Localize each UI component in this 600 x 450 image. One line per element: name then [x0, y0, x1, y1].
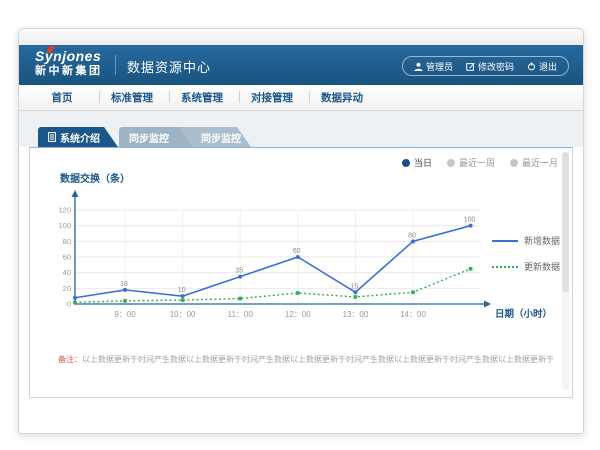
- legend-line-blue: [492, 240, 518, 242]
- legend-label: 更新数据: [524, 260, 560, 273]
- user-toolbar: 管理员 修改密码 退出: [402, 56, 569, 76]
- nav-item-system-mgmt[interactable]: 系统管理: [167, 90, 237, 105]
- nav-item-home[interactable]: 首页: [27, 90, 97, 105]
- app-title: 数据资源中心: [127, 57, 211, 76]
- logo-subtitle: 新中新集团: [35, 66, 103, 77]
- user-menu[interactable]: 管理员: [414, 60, 453, 73]
- legend-item-new-data[interactable]: 新增数据: [492, 234, 560, 247]
- radio-last-month[interactable]: 最近一月: [510, 156, 558, 169]
- svg-text:15: 15: [351, 283, 359, 290]
- svg-text:60: 60: [293, 248, 301, 255]
- tab-label: 同步监控: [201, 130, 241, 145]
- content-panel: 当日 最近一周 最近一月 数据交换（条） 9：00 10：00 11：00 12：00…: [29, 147, 573, 398]
- svg-text:18: 18: [120, 281, 128, 288]
- svg-text:0: 0: [67, 300, 71, 309]
- nav-item-data-change[interactable]: 数据异动: [307, 90, 377, 105]
- brand-logo: Synjones 新中新集团: [35, 49, 103, 77]
- radio-label: 最近一月: [522, 156, 558, 169]
- legend-label: 新增数据: [524, 234, 560, 247]
- footnote: 备注：以上数据更新于时间产生数据以上数据更新于时间产生数据以上数据更新于时间产生…: [58, 354, 563, 365]
- scrollbar-thumb[interactable]: [562, 152, 569, 292]
- svg-text:10：00: 10：00: [170, 310, 196, 319]
- footnote-text: 以上数据更新于时间产生数据以上数据更新于时间产生数据以上数据更新于时间产生数据以…: [82, 355, 554, 364]
- radio-dot: [402, 159, 410, 167]
- change-password-label: 修改密码: [478, 60, 514, 73]
- chart-legend: 新增数据 更新数据: [492, 234, 560, 286]
- line-chart: 9：00 10：00 11：00 12：00 13：00 14：00 0 20 40 60 80 10…: [55, 186, 555, 336]
- svg-text:12：00: 12：00: [285, 310, 311, 319]
- tab-system-intro[interactable]: 系统介绍: [38, 127, 118, 147]
- panel-scrollbar: [562, 152, 569, 390]
- user-icon: [414, 62, 423, 71]
- window-chrome: [19, 29, 583, 46]
- svg-text:13：00: 13：00: [343, 310, 369, 319]
- power-icon: [527, 62, 536, 71]
- svg-text:100: 100: [464, 217, 476, 224]
- svg-text:80: 80: [63, 237, 71, 246]
- svg-text:14：00: 14：00: [400, 310, 426, 319]
- user-name: 管理员: [426, 60, 453, 73]
- logo-text: Synjones: [35, 49, 103, 63]
- radio-label: 当日: [414, 156, 432, 169]
- svg-text:80: 80: [408, 232, 416, 239]
- radio-dot: [447, 159, 455, 167]
- svg-text:日期（小时）: 日期（小时）: [495, 308, 552, 320]
- app-header: Synjones 新中新集团 数据资源中心 管理员 修改密码 退出: [19, 45, 583, 86]
- y-axis-title: 数据交换（条）: [60, 170, 130, 185]
- svg-text:35: 35: [235, 268, 243, 275]
- main-nav: 首页 标准管理 系统管理 对接管理 数据异动: [19, 85, 583, 111]
- radio-today[interactable]: 当日: [402, 156, 432, 169]
- header-divider: [115, 55, 116, 75]
- change-password-button[interactable]: 修改密码: [466, 60, 514, 73]
- nav-item-interface-mgmt[interactable]: 对接管理: [237, 90, 307, 105]
- document-icon: [48, 132, 56, 142]
- app-window: Synjones 新中新集团 数据资源中心 管理员 修改密码 退出 首页 标准管…: [18, 28, 584, 434]
- tab-strip: 同步监控 同步监控 系统介绍: [19, 127, 583, 147]
- svg-text:40: 40: [63, 268, 71, 277]
- footnote-prefix: 备注：: [58, 355, 82, 364]
- nav-item-standard-mgmt[interactable]: 标准管理: [97, 90, 167, 105]
- radio-last-week[interactable]: 最近一周: [447, 156, 495, 169]
- tab-label: 同步监控: [129, 130, 169, 145]
- tab-label: 系统介绍: [60, 130, 100, 145]
- svg-text:100: 100: [58, 221, 71, 230]
- legend-item-updated-data[interactable]: 更新数据: [492, 260, 560, 273]
- radio-dot: [510, 159, 518, 167]
- svg-text:60: 60: [63, 253, 71, 262]
- svg-text:120: 120: [58, 206, 71, 215]
- logout-label: 退出: [539, 60, 557, 73]
- svg-text:20: 20: [63, 284, 71, 293]
- logout-button[interactable]: 退出: [527, 60, 557, 73]
- radio-label: 最近一周: [459, 156, 495, 169]
- legend-line-green: [492, 266, 518, 268]
- range-filter-group: 当日 最近一周 最近一月: [402, 156, 558, 169]
- svg-text:9：00: 9：00: [114, 310, 136, 319]
- edit-icon: [466, 62, 475, 71]
- svg-text:11：00: 11：00: [228, 310, 254, 319]
- svg-text:10: 10: [178, 287, 186, 294]
